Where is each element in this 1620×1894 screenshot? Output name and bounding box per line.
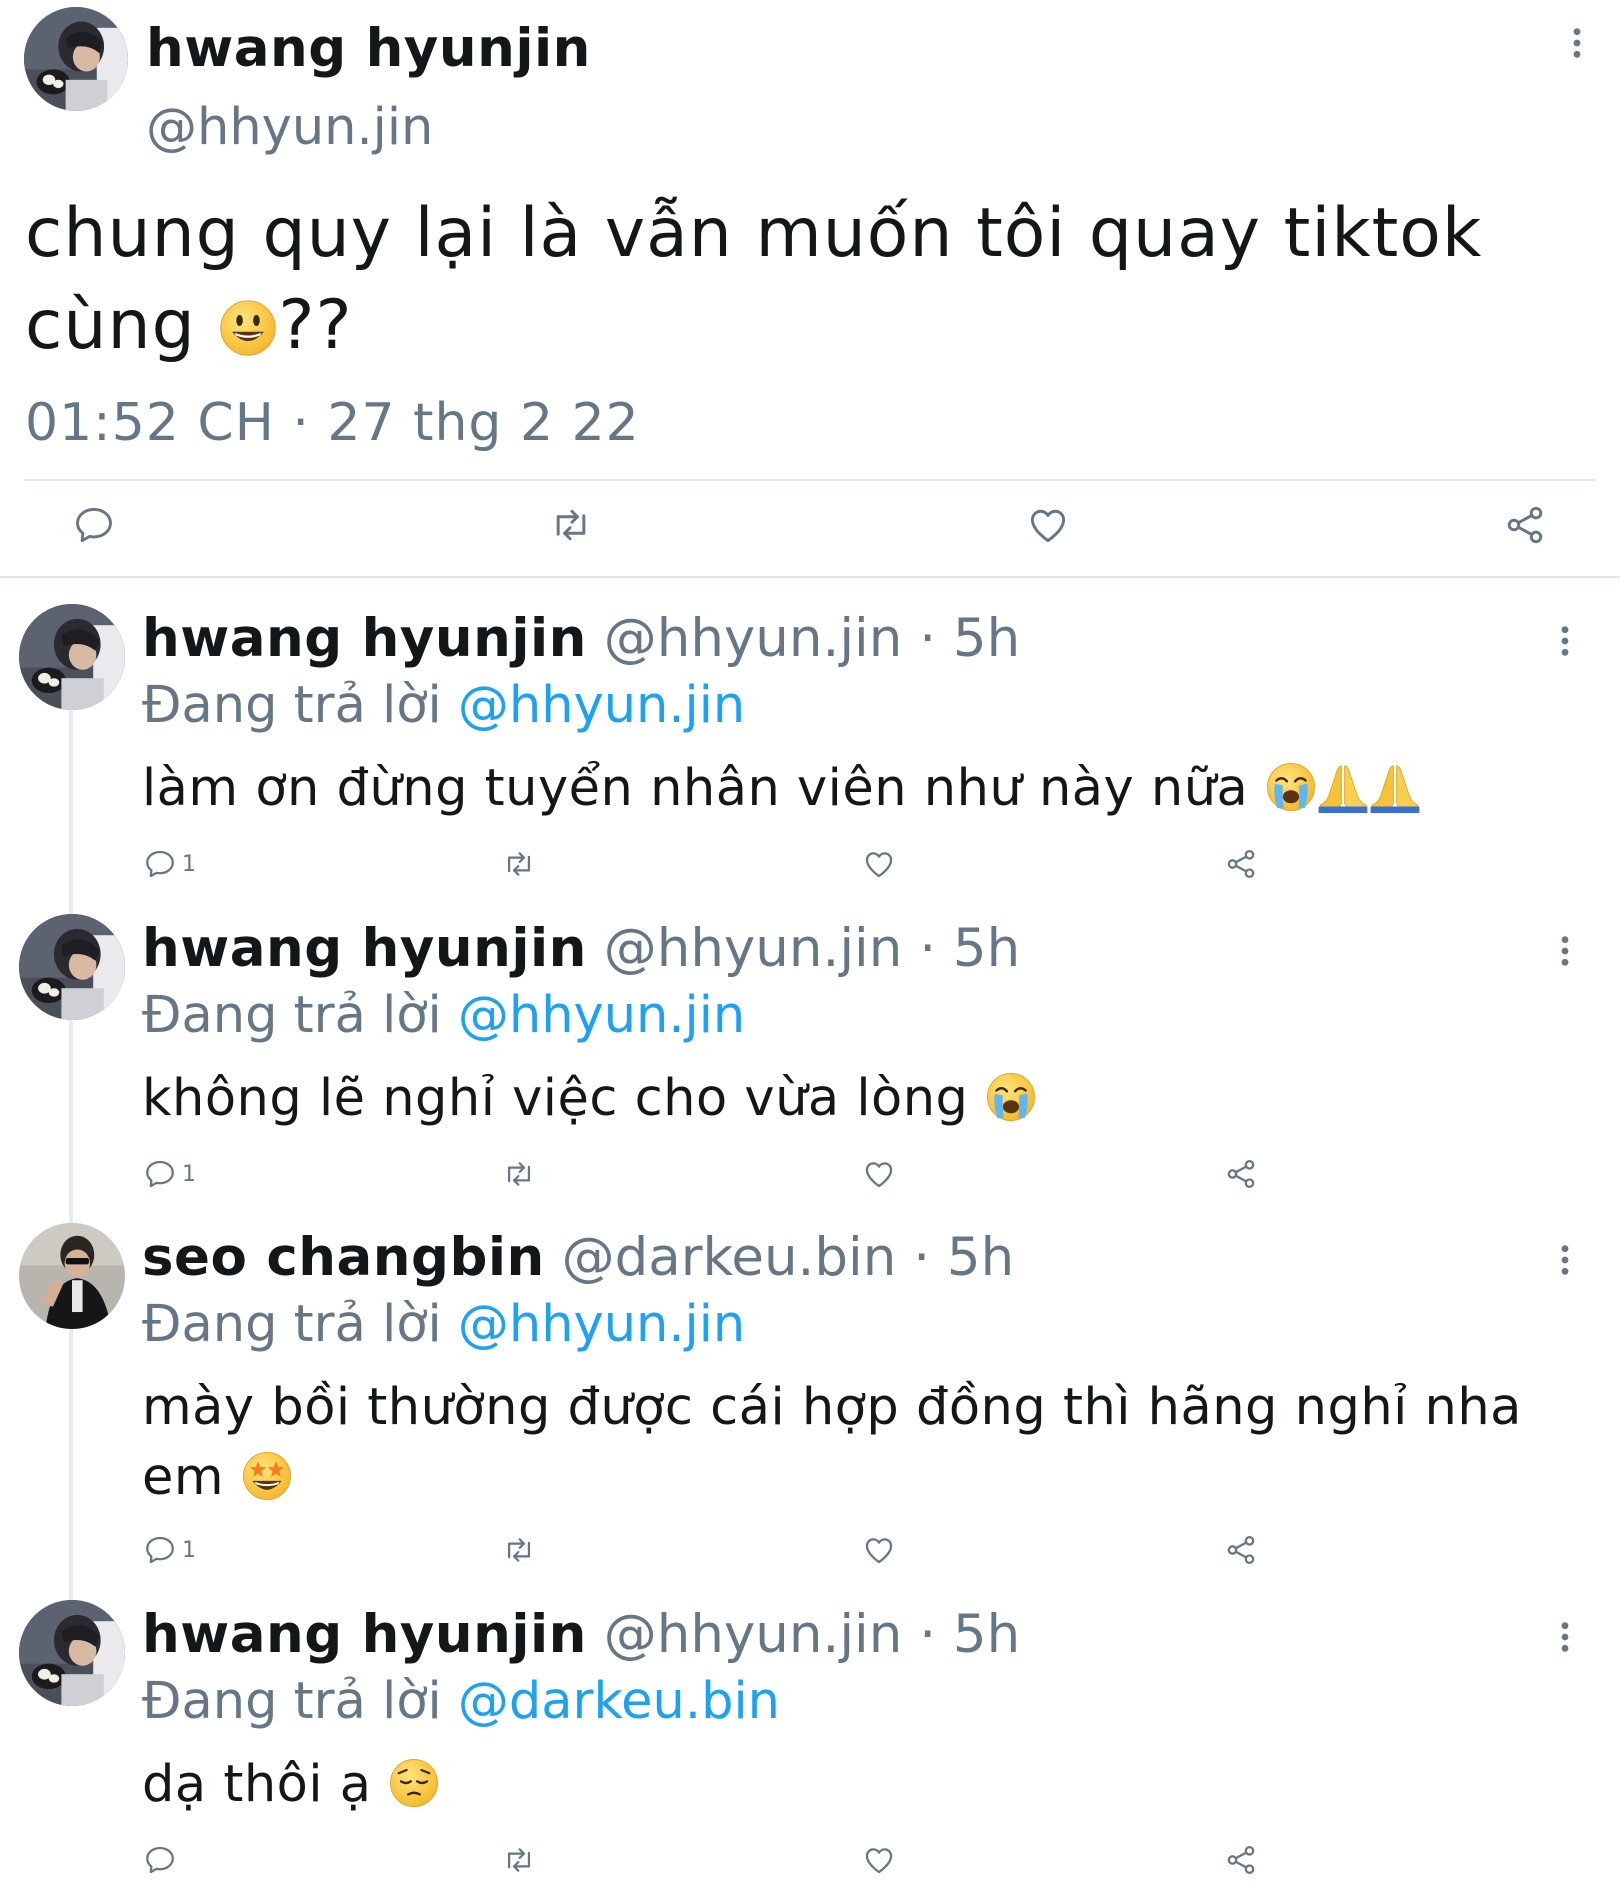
reply-header: seo changbin @darkeu.bin · 5h [142, 1227, 1014, 1288]
reply-icon[interactable] [143, 1157, 177, 1191]
share-icon[interactable] [1224, 1533, 1258, 1567]
mention-link[interactable]: @hhyun.jin [458, 986, 745, 1045]
profile-photo [19, 1600, 125, 1706]
reply-time[interactable]: 5h [953, 1604, 1020, 1665]
avatar[interactable] [19, 604, 125, 710]
profile-photo [19, 1223, 125, 1329]
reply-text: dạ thôi ạ [142, 1750, 1542, 1820]
more-options-icon[interactable] [1570, 26, 1584, 60]
like-icon[interactable] [862, 1533, 896, 1567]
avatar[interactable] [19, 914, 125, 1020]
mention-link[interactable]: @darkeu.bin [458, 1672, 780, 1731]
more-options-icon[interactable] [1558, 1620, 1572, 1654]
crying-face-icon [985, 1071, 1037, 1123]
profile-photo [24, 7, 128, 111]
replying-label: Đang trả lời [142, 676, 458, 735]
more-options-icon[interactable] [1558, 1243, 1572, 1277]
retweet-icon[interactable] [502, 1843, 536, 1877]
reply-time[interactable]: 5h [947, 1227, 1014, 1288]
mention-link[interactable]: @hhyun.jin [458, 1295, 745, 1354]
divider [24, 479, 1596, 481]
author-name[interactable]: hwang hyunjin [142, 608, 587, 669]
reply-text-content: làm ơn đừng tuyển nhân viên như này nữa [142, 759, 1266, 818]
share-icon[interactable] [1224, 847, 1258, 881]
author-name[interactable]: seo changbin [142, 1227, 545, 1288]
replying-label: Đang trả lời [142, 1672, 458, 1731]
tweet-text-suffix: ?? [278, 286, 353, 365]
author-handle[interactable]: @darkeu.bin [562, 1227, 897, 1288]
like-icon[interactable] [862, 1157, 896, 1191]
replying-label: Đang trả lời [142, 1295, 458, 1354]
mention-link[interactable]: @hhyun.jin [458, 676, 745, 735]
pensive-face-icon [388, 1757, 440, 1809]
reply-text: không lẽ nghỉ việc cho vừa lòng [142, 1064, 1542, 1134]
reply-text-content: không lẽ nghỉ việc cho vừa lòng [142, 1069, 986, 1128]
separator: · [902, 1604, 953, 1665]
tweet-timestamp[interactable]: 01:52 CH · 27 thg 2 22 [25, 393, 640, 453]
replying-to: Đang trả lời @hhyun.jin [142, 1295, 745, 1354]
retweet-icon[interactable] [549, 503, 593, 547]
replying-label: Đang trả lời [142, 986, 458, 1045]
reply-text-content: mày bồi thường được cái hợp đồng thì hãn… [142, 1378, 1522, 1507]
reply-count: 1 [182, 1538, 196, 1563]
author-name[interactable]: hwang hyunjin [142, 1604, 587, 1665]
retweet-icon[interactable] [502, 1533, 536, 1567]
star-struck-icon [241, 1450, 293, 1502]
author-handle[interactable]: @hhyun.jin [604, 1604, 903, 1665]
author-handle[interactable]: @hhyun.jin [604, 608, 903, 669]
author-name[interactable]: hwang hyunjin [142, 918, 587, 979]
reply-icon[interactable] [72, 503, 116, 547]
retweet-icon[interactable] [502, 847, 536, 881]
like-icon[interactable] [862, 1843, 896, 1877]
reply-text: mày bồi thường được cái hợp đồng thì hãn… [142, 1373, 1542, 1513]
replying-to: Đang trả lời @darkeu.bin [142, 1672, 780, 1731]
reply-count: 1 [182, 852, 196, 877]
folded-hands-icon [1317, 761, 1369, 813]
like-icon[interactable] [862, 847, 896, 881]
reply-count: 1 [182, 1162, 196, 1187]
reply-icon[interactable] [143, 1533, 177, 1567]
thread-line [69, 710, 73, 1610]
retweet-icon[interactable] [502, 1157, 536, 1191]
reply-time[interactable]: 5h [953, 918, 1020, 979]
replying-to: Đang trả lời @hhyun.jin [142, 676, 745, 735]
profile-photo [19, 604, 125, 710]
share-icon[interactable] [1224, 1157, 1258, 1191]
divider [0, 576, 1620, 578]
more-options-icon[interactable] [1558, 624, 1572, 658]
share-icon[interactable] [1224, 1843, 1258, 1877]
folded-hands-icon [1369, 761, 1421, 813]
avatar[interactable] [24, 7, 128, 111]
tweet-text: chung quy lại là vẫn muốn tôi quay tikto… [25, 188, 1545, 372]
avatar[interactable] [19, 1600, 125, 1706]
reply-text-content: dạ thôi ạ [142, 1755, 389, 1814]
separator: · [896, 1227, 947, 1288]
more-options-icon[interactable] [1558, 934, 1572, 968]
avatar[interactable] [19, 1223, 125, 1329]
reply-header: hwang hyunjin @hhyun.jin · 5h [142, 918, 1020, 979]
reply-time[interactable]: 5h [953, 608, 1020, 669]
author-name[interactable]: hwang hyunjin [146, 18, 591, 79]
author-handle[interactable]: @hhyun.jin [604, 918, 903, 979]
separator: · [902, 608, 953, 669]
crying-face-icon [1265, 761, 1317, 813]
reply-text: làm ơn đừng tuyển nhân viên như này nữa [142, 754, 1542, 824]
author-handle[interactable]: @hhyun.jin [146, 98, 433, 157]
replying-to: Đang trả lời @hhyun.jin [142, 986, 745, 1045]
separator: · [902, 918, 953, 979]
profile-photo [19, 914, 125, 1020]
reply-icon[interactable] [143, 847, 177, 881]
reply-icon[interactable] [143, 1843, 177, 1877]
like-icon[interactable] [1026, 503, 1070, 547]
reply-header: hwang hyunjin @hhyun.jin · 5h [142, 1604, 1020, 1665]
reply-header: hwang hyunjin @hhyun.jin · 5h [142, 608, 1020, 669]
smiley-face-icon [218, 298, 278, 358]
share-icon[interactable] [1503, 503, 1547, 547]
